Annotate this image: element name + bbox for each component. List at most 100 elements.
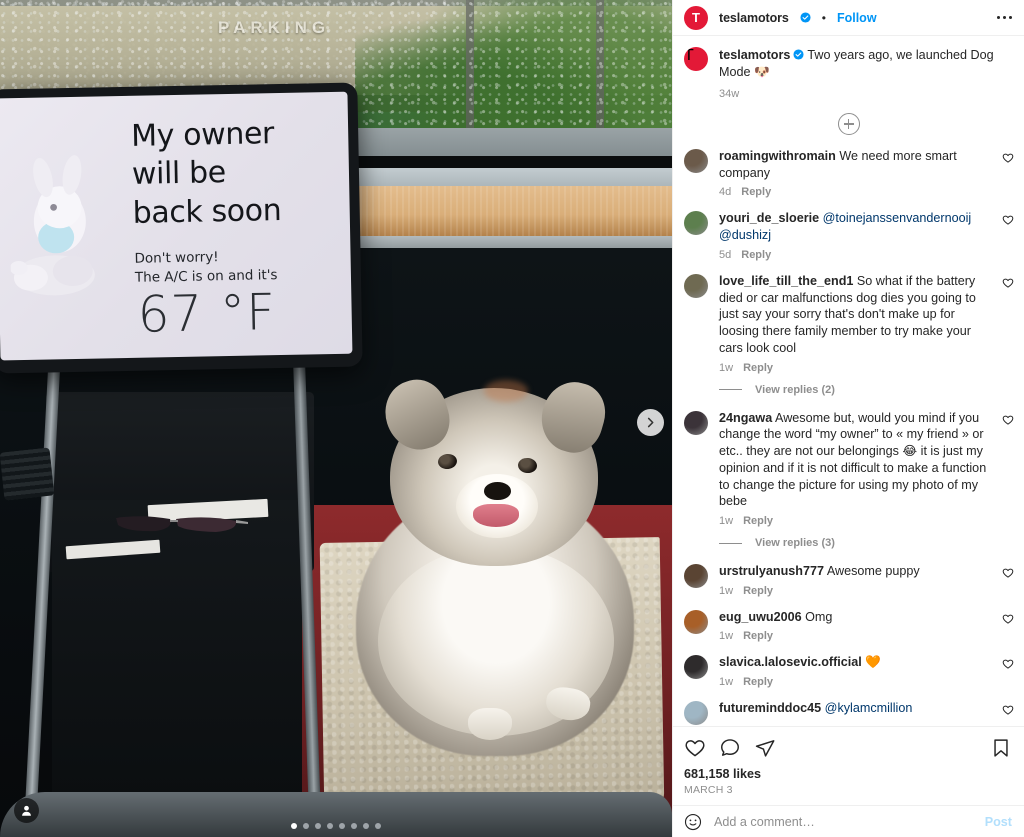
comment-username[interactable]: futureminddoc45	[719, 701, 821, 715]
comment-item: slavica.lalosevic.official 🧡 1w Reply	[673, 651, 1024, 697]
more-options-icon[interactable]	[997, 16, 1012, 19]
comment-timestamp: 4d	[719, 186, 732, 199]
comment-reply-button[interactable]: Reply	[743, 676, 773, 688]
tesla-touchscreen[interactable]: My owner will be back soon Don't worry! …	[0, 91, 353, 361]
comment-meta: 1w Reply	[719, 630, 991, 642]
comment-like-icon[interactable]	[1002, 413, 1014, 431]
comment-reply-button[interactable]: Reply	[743, 585, 773, 597]
view-replies-button[interactable]: View replies (3)	[673, 536, 1024, 560]
caption-username[interactable]: teslamotors	[719, 48, 790, 62]
comment-item: urstrulyanush777 Awesome puppy 1w Reply	[673, 560, 1024, 606]
comment-avatar[interactable]	[684, 655, 708, 680]
comment-avatar[interactable]	[684, 609, 708, 634]
comment-text: futureminddoc45 @kylamcmillion	[719, 700, 991, 717]
post-media[interactable]: PARKING	[0, 0, 672, 837]
comment-item: eug_uwu2006 Omg 1w Reply	[673, 606, 1024, 652]
carousel-dot[interactable]	[327, 823, 333, 829]
comment-like-icon[interactable]	[1002, 612, 1014, 630]
comment-username[interactable]: eug_uwu2006	[719, 610, 802, 624]
post-comment-button[interactable]: Post	[985, 815, 1012, 829]
tesla-logo-icon: T	[684, 47, 694, 64]
emoji-smiley-icon[interactable]	[684, 813, 702, 831]
comment-text: roamingwithromain We need more smart com…	[719, 148, 991, 181]
carousel-dot[interactable]	[375, 823, 381, 829]
comment-text: 24ngawa Awesome but, would you mind if y…	[719, 410, 991, 510]
share-button[interactable]	[754, 737, 776, 759]
comment-avatar[interactable]	[684, 211, 708, 236]
dog-paw-left	[468, 708, 512, 740]
comment-text: love_life_till_the_end1 So what if the b…	[719, 273, 991, 357]
comment-timestamp: 1w	[719, 630, 734, 643]
comment-avatar[interactable]	[684, 701, 708, 726]
verified-badge-icon	[793, 49, 804, 60]
share-paper-plane-icon	[755, 740, 775, 757]
comment-avatar[interactable]	[684, 564, 708, 589]
caption-avatar[interactable]: T	[684, 47, 708, 71]
next-slide-button[interactable]	[637, 409, 664, 436]
carousel-dot[interactable]	[363, 823, 369, 829]
comment-avatar[interactable]	[684, 149, 708, 173]
action-buttons-row	[684, 733, 1012, 762]
author-username[interactable]: teslamotors	[719, 11, 789, 25]
comment-reply-button[interactable]: Reply	[741, 186, 771, 198]
comment-button[interactable]	[719, 737, 741, 759]
comment-text: eug_uwu2006 Omg	[719, 609, 991, 626]
comment-body: futureminddoc45 @kylamcmillion	[719, 700, 991, 717]
view-replies-dash	[719, 389, 742, 391]
comment-timestamp: 1w	[719, 584, 734, 597]
caption-body: teslamotors Two years ago, we launched Do…	[719, 47, 1012, 100]
likes-count[interactable]: 681,158 likes	[684, 767, 1012, 781]
comment-avatar[interactable]	[684, 410, 708, 435]
comment-mention[interactable]: @kylamcmillion	[825, 701, 913, 715]
verified-badge-icon	[800, 12, 811, 23]
carousel-dot[interactable]	[351, 823, 357, 829]
comment-reply-button[interactable]: Reply	[741, 249, 771, 261]
heart-icon	[685, 740, 705, 757]
comment-username[interactable]: 24ngawa	[719, 411, 772, 425]
post-header: T teslamotors • Follow	[673, 0, 1024, 36]
dog-forehead-tint	[484, 380, 528, 402]
comment-item: love_life_till_the_end1 So what if the b…	[673, 270, 1024, 383]
comment-username[interactable]: urstrulyanush777	[719, 564, 824, 578]
plus-circle-icon[interactable]	[837, 113, 860, 135]
comment-like-icon[interactable]	[1002, 566, 1014, 584]
comment-like-icon[interactable]	[1002, 151, 1014, 169]
comment-meta: 4d Reply	[719, 186, 991, 198]
author-avatar[interactable]: T	[684, 5, 708, 30]
comment-body: love_life_till_the_end1 So what if the b…	[719, 273, 991, 374]
floor-pedal	[0, 447, 55, 501]
comment-like-icon[interactable]	[1002, 657, 1014, 675]
comment-username[interactable]: youri_de_sloerie	[719, 211, 819, 225]
comment-body: urstrulyanush777 Awesome puppy 1w Reply	[719, 563, 991, 597]
carousel-dot[interactable]	[291, 823, 297, 829]
comments-scroll-area[interactable]: T teslamotors Two years ago, we launched …	[673, 36, 1024, 726]
comment-username[interactable]: slavica.lalosevic.official	[719, 655, 862, 669]
comment-body-text: Awesome puppy	[826, 564, 920, 579]
carousel-dot[interactable]	[303, 823, 309, 829]
tagged-people-icon[interactable]	[14, 798, 39, 823]
comment-text: youri_de_sloerie @toinejanssenvandernooi…	[719, 210, 991, 243]
save-button[interactable]	[990, 737, 1012, 759]
comment-timestamp: 5d	[719, 248, 732, 261]
comment-avatar[interactable]	[684, 273, 708, 298]
add-comment-input[interactable]	[714, 814, 973, 829]
comment-like-icon[interactable]	[1002, 276, 1014, 294]
comment-text: urstrulyanush777 Awesome puppy	[719, 563, 991, 580]
carousel-dots[interactable]	[0, 823, 672, 829]
comment-like-icon[interactable]	[1002, 213, 1014, 231]
comment-reply-button[interactable]: Reply	[743, 515, 773, 527]
follow-button[interactable]: Follow	[837, 11, 877, 25]
load-more-comments[interactable]	[673, 100, 1024, 145]
comment-username[interactable]: love_life_till_the_end1	[719, 274, 853, 288]
comment-username[interactable]: roamingwithromain	[719, 149, 836, 163]
comment-item: 24ngawa Awesome but, would you mind if y…	[673, 407, 1024, 536]
view-replies-button[interactable]: View replies (2)	[673, 383, 1024, 407]
carousel-dot[interactable]	[315, 823, 321, 829]
like-button[interactable]	[684, 737, 706, 759]
comment-reply-button[interactable]: Reply	[743, 630, 773, 642]
carousel-dot[interactable]	[339, 823, 345, 829]
comment-reply-button[interactable]: Reply	[743, 362, 773, 374]
comment-text: slavica.lalosevic.official 🧡	[719, 654, 991, 671]
comment-like-icon[interactable]	[1002, 703, 1014, 721]
lower-dash-mat	[0, 792, 672, 837]
